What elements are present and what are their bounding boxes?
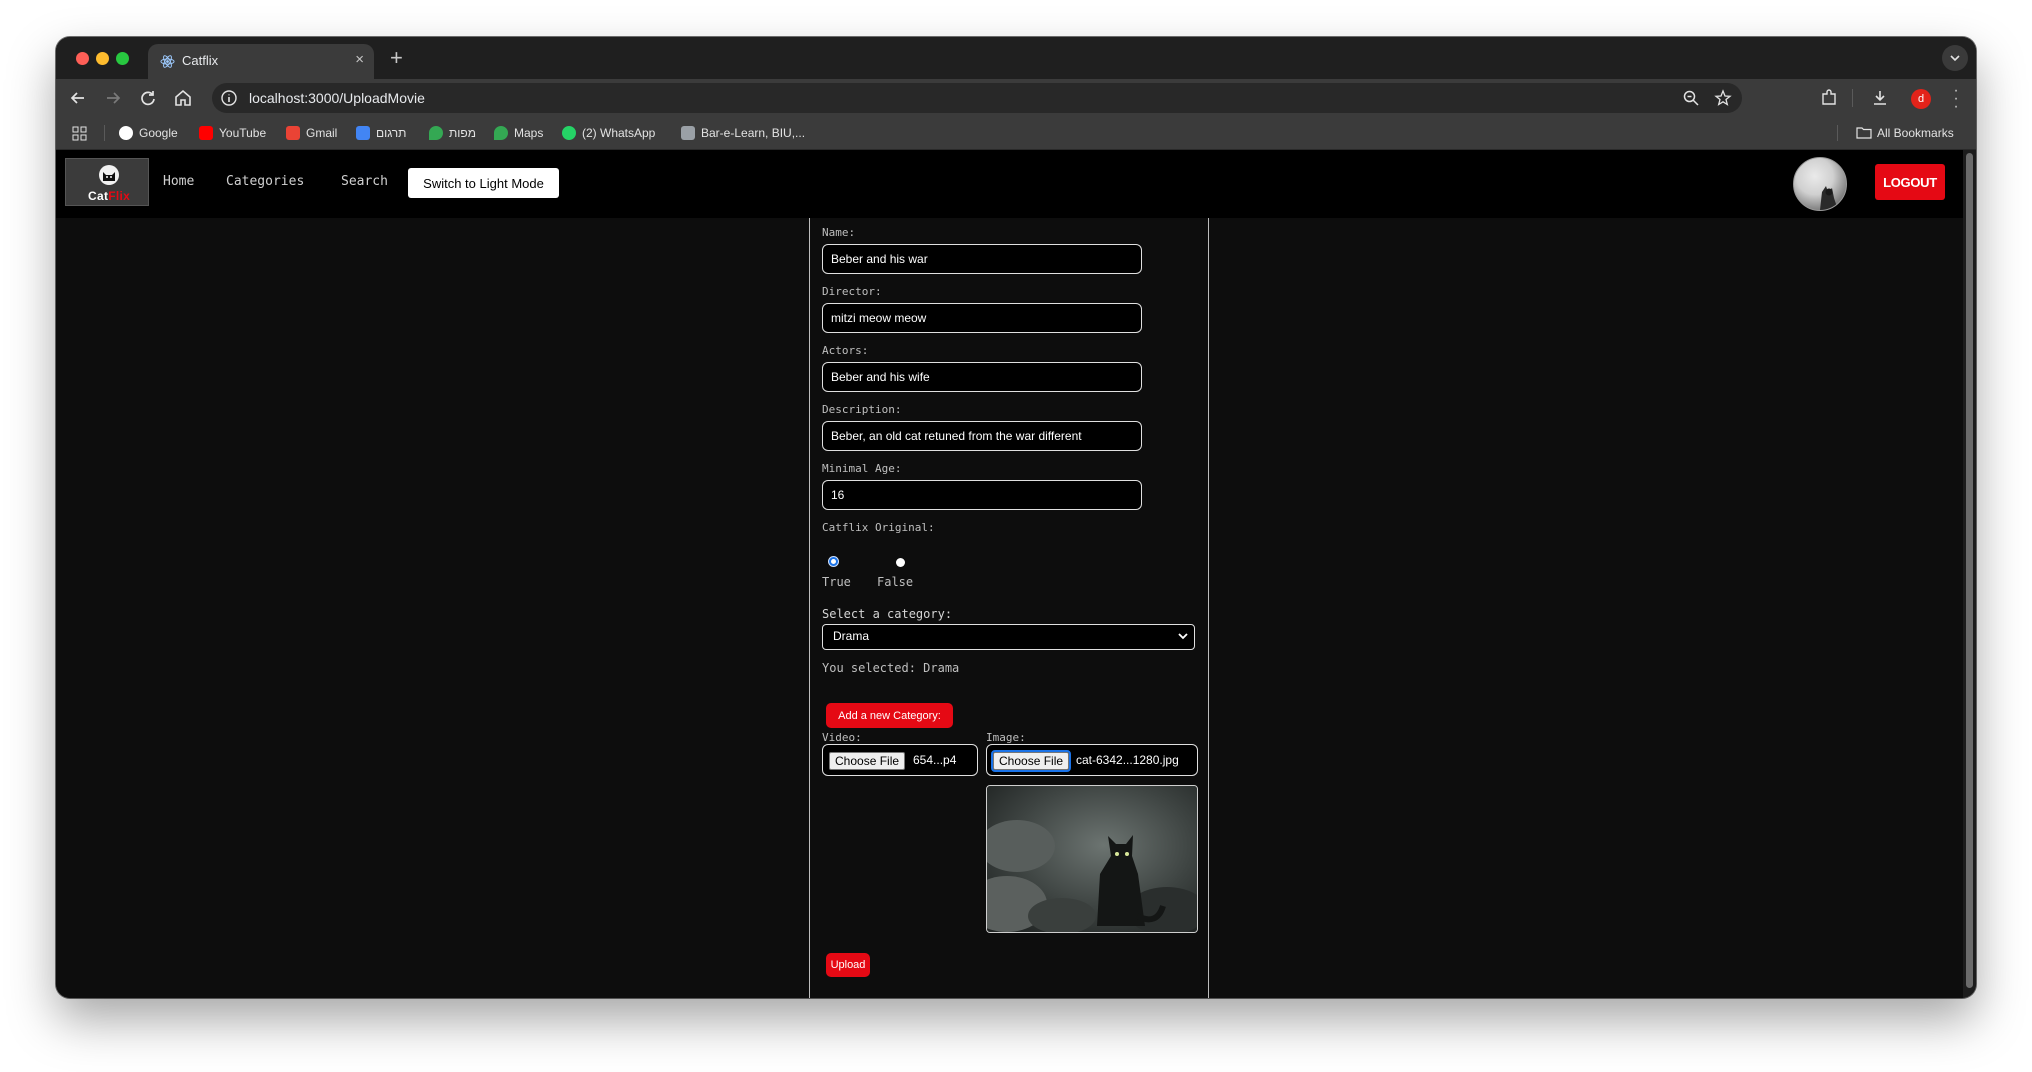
new-tab-button[interactable]: +	[390, 45, 403, 71]
chevron-down-icon	[1178, 633, 1188, 640]
youtube-icon	[199, 126, 213, 140]
nav-search[interactable]: Search	[341, 174, 388, 189]
original-true-label: True	[822, 575, 851, 589]
apps-grid-icon[interactable]	[72, 126, 87, 141]
browser-tab-catflix[interactable]: Catflix ×	[148, 44, 374, 79]
nav-categories[interactable]: Categories	[226, 174, 304, 189]
extensions-icon[interactable]	[1819, 88, 1839, 108]
name-label: Name:	[822, 226, 856, 239]
whatsapp-icon	[562, 126, 576, 140]
black-cat-photo	[987, 786, 1197, 932]
bookmark-gmail[interactable]: Gmail	[286, 126, 337, 140]
description-input[interactable]	[822, 421, 1142, 451]
catflix-original-label: Catflix Original:	[822, 521, 935, 534]
original-true-radio[interactable]	[829, 557, 838, 566]
bookmark-star-icon[interactable]	[1714, 89, 1732, 107]
page-scrollbar[interactable]	[1963, 150, 1976, 998]
catflix-logo[interactable]: CatFlix	[65, 158, 149, 206]
upload-movie-form: Name: Director: Actors: Description: Min…	[809, 218, 1209, 998]
director-input[interactable]	[822, 303, 1142, 333]
all-bookmarks[interactable]: All Bookmarks	[1856, 126, 1954, 140]
minimize-window-button[interactable]	[96, 52, 109, 65]
reload-icon[interactable]	[136, 86, 160, 110]
actors-input[interactable]	[822, 362, 1142, 392]
original-false-radio[interactable]	[896, 558, 905, 567]
home-icon[interactable]	[171, 86, 195, 110]
minimal-age-input[interactable]	[822, 480, 1142, 510]
logo-text: CatFlix	[88, 189, 131, 203]
bookmark-google[interactable]: Google	[119, 126, 178, 140]
bookmark-youtube[interactable]: YouTube	[199, 126, 266, 140]
bookmark-maps[interactable]: Maps	[494, 126, 543, 140]
tab-title: Catflix	[182, 53, 219, 68]
app-navbar: CatFlix Home Categories Search Switch to…	[56, 150, 1963, 218]
address-bar[interactable]: localhost:3000/UploadMovie	[212, 83, 1742, 113]
logout-button[interactable]: LOGOUT	[1875, 164, 1945, 200]
google-icon	[119, 126, 133, 140]
tab-close-icon[interactable]: ×	[355, 51, 364, 68]
cat-logo-icon	[99, 165, 119, 185]
bookmark-translate[interactable]: תרגום	[356, 126, 406, 140]
choose-video-button[interactable]: Choose File	[829, 752, 906, 770]
selected-category-text: You selected: Drama	[822, 661, 960, 675]
user-avatar[interactable]	[1793, 157, 1847, 211]
add-category-button[interactable]: Add a new Category:	[826, 703, 953, 728]
video-file-input[interactable]: Choose File 654...p4	[822, 744, 978, 776]
browser-window: Catflix × + localhost:3000/UploadMovie d…	[56, 37, 1976, 998]
minimal-age-label: Minimal Age:	[822, 462, 902, 475]
choose-image-button[interactable]: Choose File	[990, 750, 1072, 772]
bookmarks-bar: Google YouTube Gmail תרגום מפות Maps (2)…	[56, 117, 1976, 150]
zoom-icon[interactable]	[1682, 89, 1700, 107]
video-label: Video:	[822, 731, 862, 744]
react-icon	[160, 55, 175, 68]
chevron-down-icon	[1950, 55, 1960, 62]
profile-avatar[interactable]: d	[1911, 89, 1931, 109]
director-label: Director:	[822, 285, 882, 298]
maps-pin-icon	[429, 126, 443, 140]
bookmarks-divider	[104, 125, 105, 141]
actors-label: Actors:	[822, 344, 869, 357]
download-icon[interactable]	[1870, 88, 1890, 108]
back-icon[interactable]	[66, 86, 90, 110]
image-file-name: cat-6342...1280.jpg	[1076, 753, 1179, 767]
bookmark-bar-e-learn[interactable]: Bar-e-Learn, BIU,...	[681, 126, 805, 140]
browser-menu-icon[interactable]: · · ·	[1951, 83, 1961, 115]
name-input[interactable]	[822, 244, 1142, 274]
toolbar-divider	[1852, 89, 1853, 107]
maximize-window-button[interactable]	[116, 52, 129, 65]
scrollbar-thumb[interactable]	[1966, 153, 1973, 988]
category-select[interactable]: Drama	[822, 624, 1195, 650]
close-window-button[interactable]	[76, 52, 89, 65]
upload-button[interactable]: Upload	[826, 953, 870, 977]
gmail-icon	[286, 126, 300, 140]
browser-toolbar: localhost:3000/UploadMovie d · · ·	[56, 79, 1976, 117]
translate-icon	[356, 126, 370, 140]
elearn-icon	[681, 126, 695, 140]
tab-search-button[interactable]	[1942, 45, 1968, 71]
switch-mode-button[interactable]: Switch to Light Mode	[408, 168, 559, 198]
description-label: Description:	[822, 403, 902, 416]
url-text[interactable]: localhost:3000/UploadMovie	[249, 90, 425, 106]
bookmarks-divider	[1837, 125, 1838, 141]
bookmark-whatsapp[interactable]: (2) WhatsApp	[562, 126, 655, 140]
category-label: Select a category:	[822, 607, 953, 621]
maps-pin-icon	[494, 126, 508, 140]
video-file-name: 654...p4	[913, 753, 957, 767]
tab-strip: Catflix × +	[56, 37, 1976, 79]
site-info-icon[interactable]	[220, 89, 238, 107]
forward-icon[interactable]	[101, 86, 125, 110]
page-content: CatFlix Home Categories Search Switch to…	[56, 150, 1963, 998]
original-false-label: False	[877, 575, 914, 589]
image-preview	[986, 785, 1198, 933]
cat-avatar-icon	[1820, 186, 1838, 210]
folder-icon	[1856, 127, 1872, 139]
image-file-input[interactable]: Choose File cat-6342...1280.jpg	[986, 744, 1198, 776]
nav-home[interactable]: Home	[163, 174, 194, 189]
bookmark-maps-he[interactable]: מפות	[429, 126, 476, 140]
image-label: Image:	[986, 731, 1026, 744]
